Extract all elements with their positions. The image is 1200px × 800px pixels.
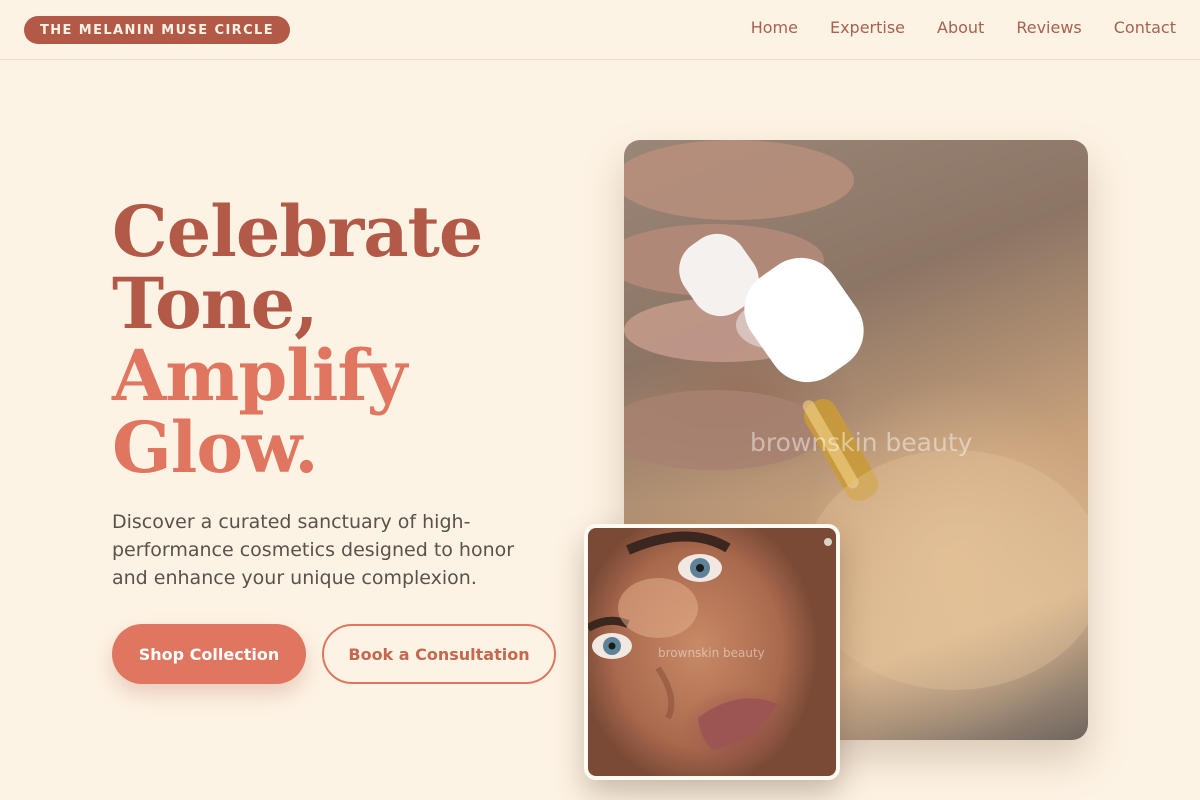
nav-expertise-link[interactable]: Expertise	[830, 18, 905, 37]
hero-headline: Celebrate Tone, Amplify Glow.	[112, 190, 483, 489]
nav-reviews-link[interactable]: Reviews	[1016, 18, 1081, 37]
nav-links: Home Expertise About Reviews Contact	[751, 18, 1176, 37]
brand-logo[interactable]: THE MELANIN MUSE CIRCLE	[24, 16, 290, 44]
main-photo-watermark: brownskin beauty	[750, 428, 973, 457]
nav-about-link[interactable]: About	[937, 18, 984, 37]
inset-photo-watermark: brownskin beauty	[658, 646, 765, 660]
nav-contact-link[interactable]: Contact	[1114, 18, 1176, 37]
hero-description: Discover a curated sanctuary of high-per…	[112, 511, 515, 589]
page: THE MELANIN MUSE CIRCLE Home Expertise A…	[0, 0, 1200, 800]
headline-line-2: Tone,	[112, 262, 319, 345]
hero-portrait-photo: brownskin beauty	[584, 524, 840, 780]
shop-collection-button[interactable]: Shop Collection	[112, 624, 306, 684]
nav-home-link[interactable]: Home	[751, 18, 798, 37]
headline-line-3: Amplify	[112, 334, 407, 417]
headline-line-4: Glow.	[112, 406, 319, 489]
book-consultation-button[interactable]: Book a Consultation	[322, 624, 556, 684]
headline-line-1: Celebrate	[112, 190, 483, 273]
top-nav: THE MELANIN MUSE CIRCLE Home Expertise A…	[0, 0, 1200, 60]
